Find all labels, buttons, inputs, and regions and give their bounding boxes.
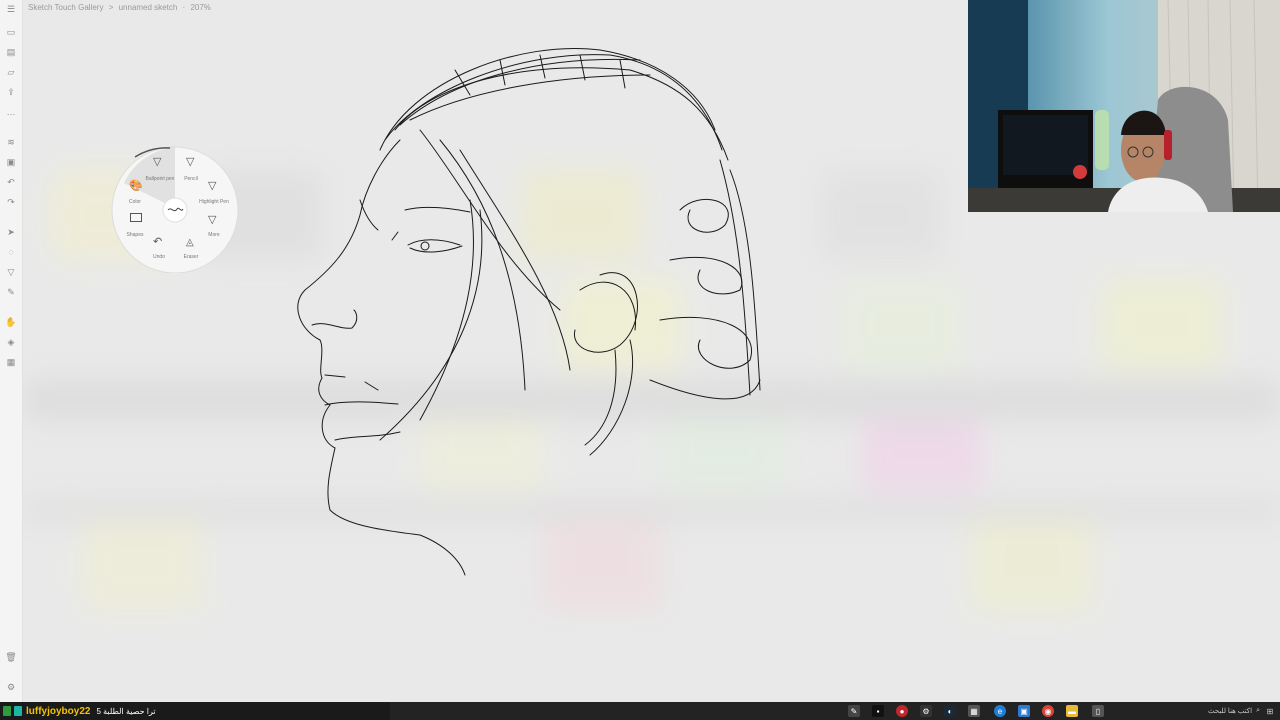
- tool-label-pencil: Pencil: [184, 176, 198, 182]
- steam-icon[interactable]: ◐: [944, 705, 956, 717]
- tool-label-ballpoint: Ballpoint pen: [145, 176, 175, 182]
- save-icon[interactable]: ▤: [3, 45, 19, 59]
- windows-taskbar: luffyjoyboy22 ترا حصية الطلبة 5 ✎ ▪ ● ⚙ …: [0, 702, 1280, 720]
- record-icon[interactable]: ●: [896, 705, 908, 717]
- image-icon[interactable]: ▣: [3, 155, 19, 169]
- pen-icon[interactable]: ▽: [153, 155, 161, 168]
- tablet-icon[interactable]: ▯: [1092, 705, 1104, 717]
- chat-ticker: luffyjoyboy22 ترا حصية الطلبة 5: [0, 702, 390, 720]
- tool-label-highlight: Highlight Pen: [199, 199, 229, 205]
- tool-label-more: More: [208, 232, 220, 238]
- tool-label-color: Color: [129, 199, 141, 205]
- start-icon[interactable]: ⊞: [1264, 705, 1276, 717]
- settings-icon[interactable]: ⚙: [3, 680, 19, 694]
- folder-icon[interactable]: ▬: [1066, 705, 1078, 717]
- tool-label-undo: Undo: [153, 254, 165, 260]
- layers-icon[interactable]: ≋: [3, 135, 19, 149]
- redo-icon[interactable]: ↷: [3, 195, 19, 209]
- menu-icon[interactable]: ☰: [3, 2, 19, 16]
- palette-icon[interactable]: 🎨: [129, 179, 143, 192]
- undo-icon[interactable]: ↶: [153, 235, 162, 248]
- lasso-icon[interactable]: ◌: [3, 245, 19, 259]
- edge-icon[interactable]: e: [994, 705, 1006, 717]
- undo-icon[interactable]: ↶: [3, 175, 19, 189]
- pen-tool-icon[interactable]: ✎: [848, 705, 860, 717]
- pencil-icon[interactable]: ▽: [186, 155, 194, 168]
- hand-icon[interactable]: ✋: [3, 315, 19, 329]
- fill-icon[interactable]: ◈: [3, 335, 19, 349]
- trash-icon[interactable]: 🗑: [3, 650, 19, 664]
- radial-menu-wheel: [111, 146, 239, 273]
- settings-icon[interactable]: ⚙: [920, 705, 932, 717]
- more-pen-icon[interactable]: ▽: [208, 213, 216, 226]
- open-file-icon[interactable]: ▭: [3, 25, 19, 39]
- terminal-icon[interactable]: ▪: [872, 705, 884, 717]
- more-icon[interactable]: …: [3, 105, 19, 119]
- tool-label-shapes: Shapes: [126, 232, 144, 238]
- pen-tool-icon[interactable]: ▽: [3, 265, 19, 279]
- select-icon[interactable]: ➤: [3, 225, 19, 239]
- ticker-username: luffyjoyboy22: [26, 705, 91, 717]
- search-icon: ⌕: [1256, 707, 1260, 714]
- badge-icon: [3, 706, 11, 716]
- tool-label-eraser: Eraser: [183, 254, 199, 260]
- streamer-webcam-image: [968, 0, 1280, 212]
- calculator-icon[interactable]: ▦: [968, 705, 980, 717]
- store-icon[interactable]: ▣: [1018, 705, 1030, 717]
- badge-icon: [14, 706, 22, 716]
- chrome-icon[interactable]: ◉: [1042, 705, 1054, 717]
- taskbar-search[interactable]: اكتب هنا للبحث ⌕: [1150, 704, 1260, 718]
- highlighter-icon[interactable]: ▽: [208, 179, 216, 192]
- share-icon[interactable]: ⇪: [3, 85, 19, 99]
- eraser-icon[interactable]: ◬: [186, 237, 194, 248]
- folder-icon[interactable]: ▱: [3, 65, 19, 79]
- grid-icon[interactable]: ▦: [3, 355, 19, 369]
- left-toolbar: ☰ ▭ ▤ ▱ ⇪ … ≋ ▣ ↶ ↷ ➤ ◌ ▽ ✎ ✋ ◈ ▦ 🗑 ⚙: [0, 0, 23, 702]
- radial-tool-menu[interactable]: ▽ Ballpoint pen ▽ Pencil ▽ Highlight Pen…: [110, 143, 240, 273]
- brush-icon[interactable]: ✎: [3, 285, 19, 299]
- search-placeholder: اكتب هنا للبحث: [1208, 708, 1253, 715]
- ticker-message: ترا حصية الطلبة 5: [96, 706, 156, 716]
- webcam-overlay: [968, 0, 1280, 212]
- rectangle-icon[interactable]: [130, 213, 142, 222]
